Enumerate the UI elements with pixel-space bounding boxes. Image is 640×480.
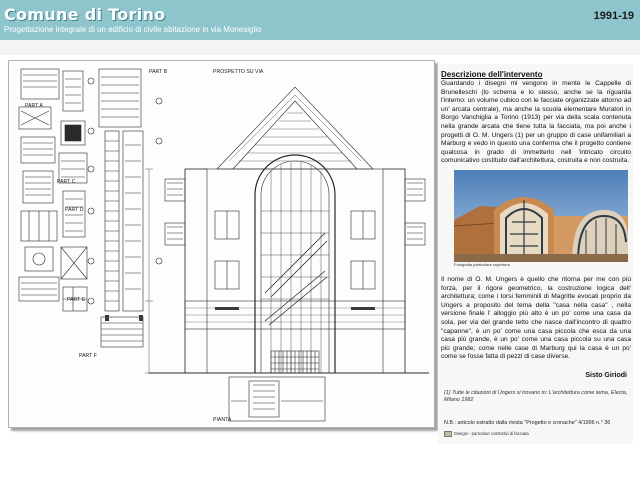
description-paragraph-2: Il nome di O. M. Ungers è quello che rit… xyxy=(441,276,631,361)
label-part-f: PART F xyxy=(79,353,97,359)
legend: Disegni - particolari costruttivi di fac… xyxy=(444,431,529,437)
label-part-d: PART D xyxy=(65,207,84,213)
footnote: (1) Tutte le citazioni di Ungers si trov… xyxy=(444,390,628,403)
label-part-c: PART C xyxy=(57,179,76,185)
year-label: 1991-19 xyxy=(593,10,634,22)
label-part-e: PART E xyxy=(67,297,86,303)
label-part-a: PART A xyxy=(25,103,43,109)
legend-text: Disegni - particolari costruttivi di fac… xyxy=(454,431,529,437)
photo-caption: Fotografia particolare copertura xyxy=(454,262,510,267)
source-note: N.B.: articolo estratto dalla rivista "P… xyxy=(444,420,611,426)
label-part-b: PART B xyxy=(149,69,168,75)
label-pianta: PIANTA xyxy=(213,417,232,423)
header-strip xyxy=(0,40,640,55)
description-paragraph-1: Guardando i disegni mi vengono in mente … xyxy=(441,80,631,165)
drawing-sheet: PART B PROSPETTO SU VIA PART A PART C PA… xyxy=(8,60,435,428)
label-prospetto: PROSPETTO SU VIA xyxy=(213,69,264,75)
author-signature: Sisto Giriodi xyxy=(585,372,627,379)
description-panel: Descrizione dell'intervento Guardando i … xyxy=(438,64,633,444)
page-subtitle: Progettazione integrale di un edificio d… xyxy=(4,25,262,34)
description-heading: Descrizione dell'intervento xyxy=(441,70,543,79)
legend-swatch xyxy=(444,431,452,437)
building-photo xyxy=(454,170,628,262)
architectural-drawing xyxy=(18,68,429,422)
page-title: Comune di Torino xyxy=(4,5,166,24)
header-bar: Comune di Torino 1991-19 Progettazione i… xyxy=(0,0,640,40)
